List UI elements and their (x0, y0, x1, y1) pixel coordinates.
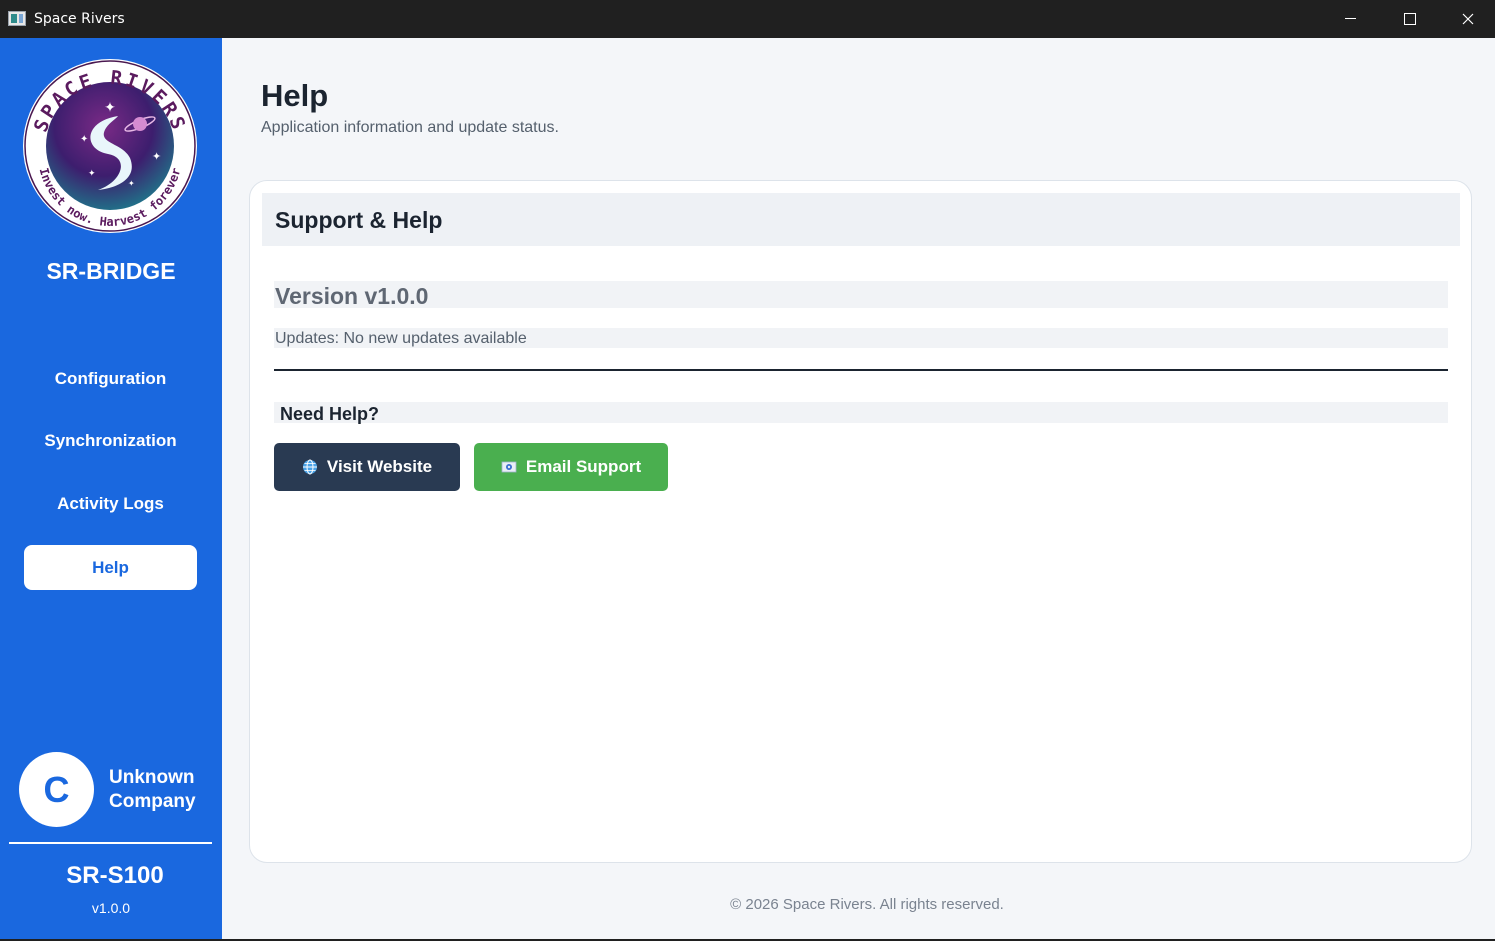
update-status: Updates: No new updates available (275, 330, 527, 347)
globe-icon (302, 459, 317, 475)
mail-icon (501, 461, 517, 473)
space-rivers-logo: ✦ ✦ ✦ ✦ ✦ SPACE RIVERS Invest now. Harve… (22, 58, 198, 234)
page-subtitle: Application information and update statu… (261, 119, 559, 136)
company-name: Unknown Company (109, 767, 196, 812)
sidebar-item-help[interactable]: Help (24, 545, 197, 590)
visit-website-label: Visit Website (326, 457, 433, 476)
close-icon (1462, 13, 1474, 25)
svg-text:✦: ✦ (88, 168, 96, 178)
svg-text:✦: ✦ (128, 179, 135, 188)
support-card: Support & Help Version v1.0.0 Updates: N… (249, 180, 1472, 863)
main-content: Help Application information and update … (222, 38, 1495, 939)
maximize-button[interactable] (1380, 0, 1438, 38)
window-title: Space Rivers (34, 11, 125, 27)
need-help-row: Need Help? (274, 402, 1448, 424)
sidebar-divider (9, 842, 212, 844)
svg-text:✦: ✦ (80, 134, 88, 145)
card-divider (274, 369, 1448, 371)
need-help-heading: Need Help? (280, 404, 380, 424)
device-model: SR-S100 (66, 862, 164, 889)
minimize-button[interactable] (1322, 0, 1380, 38)
version-row: Version v1.0.0 (274, 281, 1448, 309)
email-support-button[interactable]: Email Support (474, 443, 668, 491)
sidebar: ✦ ✦ ✦ ✦ ✦ SPACE RIVERS Invest now. Harve… (0, 38, 222, 939)
close-button[interactable] (1438, 0, 1495, 38)
footer-copyright: © 2026 Space Rivers. All rights reserved… (730, 896, 1004, 913)
card-title: Support & Help (275, 207, 443, 233)
svg-text:✦: ✦ (152, 151, 161, 163)
email-support-label: Email Support (525, 457, 642, 476)
sidebar-item-synchronization[interactable]: Synchronization (24, 418, 197, 463)
app-version: v1.0.0 (91, 900, 131, 916)
app-window-icon (8, 11, 26, 26)
title-bar: Space Rivers (0, 0, 1495, 38)
card-header: Support & Help (262, 193, 1460, 246)
visit-website-button[interactable]: Visit Website (274, 443, 460, 491)
company-avatar: C (19, 752, 94, 827)
brand-name: SR-BRIDGE (46, 258, 176, 284)
svg-text:✦: ✦ (104, 99, 116, 115)
sidebar-item-configuration[interactable]: Configuration (24, 356, 197, 401)
version-label: Version v1.0.0 (275, 283, 429, 309)
page-title: Help (261, 78, 329, 113)
updates-row: Updates: No new updates available (274, 328, 1448, 348)
sidebar-item-activity-logs[interactable]: Activity Logs (24, 481, 197, 526)
